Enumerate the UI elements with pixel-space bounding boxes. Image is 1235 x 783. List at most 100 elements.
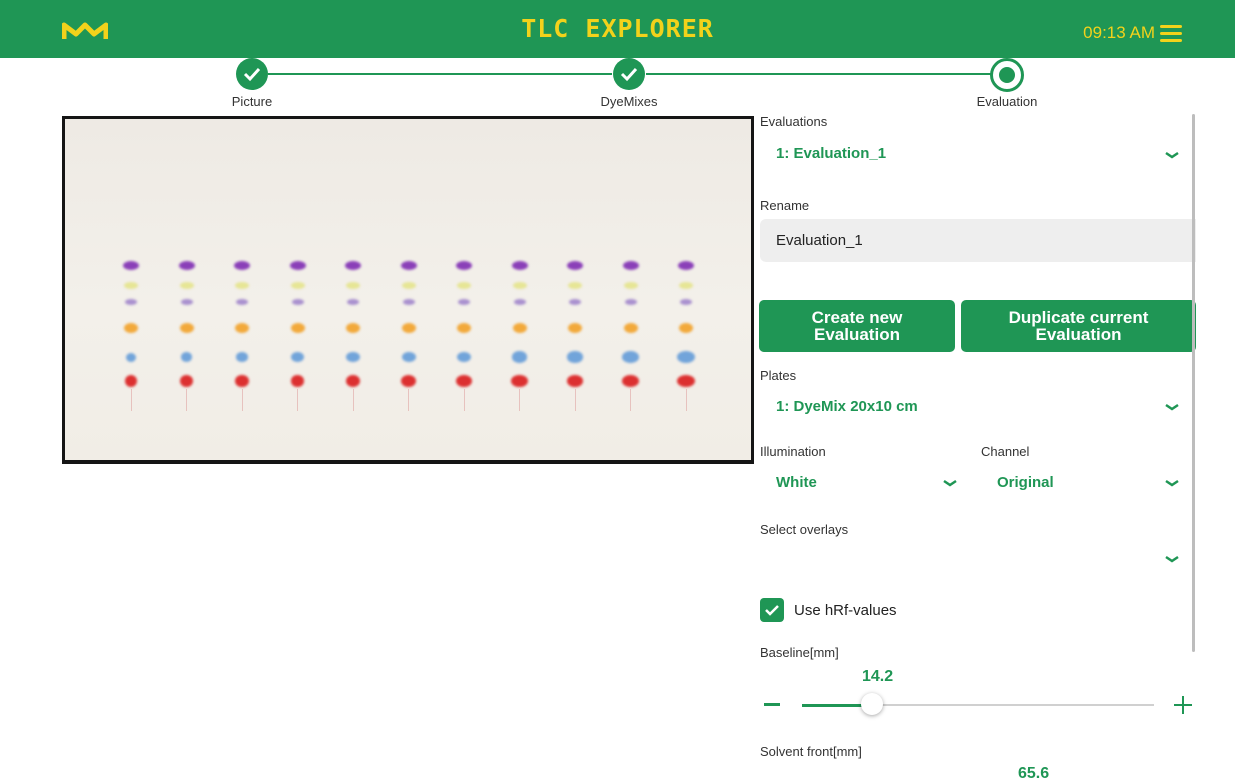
- step-dyemixes-label: DyeMixes: [600, 94, 658, 109]
- overlays-chevron-down-icon[interactable]: [1164, 554, 1180, 564]
- dye-spot: [291, 352, 304, 362]
- dye-spot: [513, 299, 526, 305]
- dye-spot: [235, 281, 249, 289]
- dye-spot: [456, 351, 472, 363]
- hrf-checkbox[interactable]: [760, 598, 784, 622]
- dye-spot: [291, 299, 304, 305]
- hrf-label: Use hRf-values: [794, 602, 897, 619]
- evaluations-label: Evaluations: [760, 114, 828, 129]
- dye-spot: [234, 260, 250, 270]
- dye-spot: [457, 281, 471, 289]
- lane-trace: [463, 389, 465, 411]
- step-evaluation-current-icon[interactable]: [990, 58, 1024, 92]
- create-evaluation-label: Create new Evaluation: [811, 308, 903, 344]
- dye-spot: [126, 352, 136, 362]
- channel-label: Channel: [981, 444, 1030, 459]
- tlc-plate-image: [62, 116, 754, 464]
- dye-spot: [679, 323, 693, 333]
- lane-trace: [519, 389, 520, 411]
- rename-label: Rename: [760, 198, 810, 213]
- dye-spot: [623, 323, 638, 333]
- dye-spot: [181, 352, 192, 362]
- dye-spot: [568, 323, 582, 333]
- dye-spot: [178, 260, 195, 270]
- dye-spot: [456, 375, 472, 387]
- dye-spot: [347, 299, 359, 305]
- plate-surface: [65, 119, 751, 460]
- channel-select[interactable]: Original: [997, 474, 1054, 491]
- dye-spot: [624, 299, 637, 305]
- overlays-select[interactable]: [776, 550, 1146, 568]
- menu-icon[interactable]: [1156, 25, 1194, 47]
- step-connector: [646, 73, 992, 75]
- dye-spot: [124, 281, 138, 289]
- dye-spot: [512, 323, 527, 333]
- dye-spot: [678, 260, 694, 270]
- dye-spot: [566, 375, 584, 387]
- baseline-value: 14.2: [862, 668, 894, 685]
- dye-spot: [179, 281, 194, 289]
- overlays-label: Select overlays: [760, 522, 849, 537]
- app-title: TLC EXPLORER: [521, 14, 714, 43]
- dye-spot: [401, 323, 416, 333]
- dye-spot: [677, 351, 695, 363]
- step-connector: [268, 73, 612, 75]
- dye-spot: [290, 281, 305, 289]
- dye-spot: [400, 260, 417, 270]
- dye-spot: [680, 299, 692, 305]
- dye-spot: [346, 351, 360, 363]
- dye-spot: [569, 299, 581, 305]
- baseline-slider-track[interactable]: [802, 704, 1154, 707]
- dye-spot: [235, 323, 249, 333]
- dye-spot: [179, 323, 194, 333]
- evaluation-panel: Evaluations 1: Evaluation_1 Rename Creat…: [756, 114, 1196, 783]
- evaluation-select[interactable]: 1: Evaluation_1: [776, 145, 886, 162]
- lane-trace: [685, 389, 687, 411]
- dye-spot: [124, 323, 138, 333]
- baseline-decrease-button[interactable]: [764, 703, 780, 706]
- lane-trace: [408, 389, 409, 411]
- solvent-front-value: 65.6: [1018, 765, 1050, 782]
- channel-chevron-down-icon[interactable]: [1164, 478, 1180, 488]
- dye-spot: [401, 351, 416, 363]
- dye-spot: [512, 281, 527, 289]
- dye-spot: [346, 281, 360, 289]
- step-picture-check-icon[interactable]: [236, 58, 268, 90]
- baseline-label: Baseline[mm]: [760, 645, 839, 660]
- plate-chevron-down-icon[interactable]: [1164, 402, 1180, 412]
- dye-spot: [125, 375, 137, 387]
- dye-spot: [402, 299, 415, 305]
- panel-scrollbar[interactable]: [1192, 114, 1195, 652]
- dye-spot: [621, 375, 640, 387]
- dye-spot: [180, 299, 193, 305]
- create-evaluation-button[interactable]: Create new Evaluation: [759, 300, 955, 352]
- dye-spot: [235, 375, 249, 387]
- lane-trace: [574, 389, 576, 411]
- illumination-chevron-down-icon[interactable]: [942, 478, 958, 488]
- illumination-label: Illumination: [760, 444, 826, 459]
- dye-spot: [345, 375, 361, 387]
- dye-spot: [123, 260, 139, 270]
- illumination-select[interactable]: White: [776, 474, 817, 491]
- dye-spot: [180, 375, 193, 387]
- lane-trace: [241, 389, 243, 411]
- dye-spot: [401, 375, 416, 387]
- dye-spot: [289, 260, 306, 270]
- dye-spot: [236, 352, 248, 362]
- dye-spot: [511, 260, 528, 270]
- duplicate-evaluation-button[interactable]: Duplicate current Evaluation: [961, 300, 1196, 352]
- dye-spot: [290, 323, 305, 333]
- dye-spot: [125, 299, 137, 305]
- evaluation-chevron-down-icon[interactable]: [1164, 150, 1180, 160]
- baseline-increase-button[interactable]: [1174, 696, 1192, 714]
- clock: 09:13 AM: [1083, 23, 1155, 42]
- plates-label: Plates: [760, 368, 797, 383]
- step-dyemixes-check-icon[interactable]: [613, 58, 645, 90]
- lane-trace: [630, 389, 631, 411]
- plate-select[interactable]: 1: DyeMix 20x10 cm: [776, 398, 918, 415]
- rename-input[interactable]: [760, 219, 1196, 262]
- top-bar: TLC EXPLORER 09:13 AM: [0, 0, 1235, 58]
- lane-trace: [186, 389, 187, 411]
- baseline-slider-thumb[interactable]: [861, 693, 884, 715]
- dye-spot: [345, 260, 361, 270]
